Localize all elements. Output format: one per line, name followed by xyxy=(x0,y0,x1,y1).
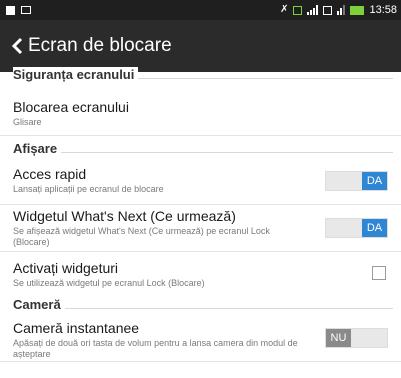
section-divider xyxy=(13,308,393,309)
section-divider xyxy=(13,152,393,153)
widgets-checkbox[interactable] xyxy=(372,266,386,280)
setting-screen-lock[interactable]: Blocarea ecranului Glisare xyxy=(0,86,401,136)
toggle-label: DA xyxy=(362,219,387,237)
setting-title: Blocarea ecranului xyxy=(13,99,129,115)
notification-image-icon xyxy=(6,5,15,15)
setting-subtitle: Se afișează widgetul What's Next (Ce urm… xyxy=(13,226,270,247)
section-header-display: Afișare xyxy=(0,136,401,160)
section-header-label: Cameră xyxy=(13,296,65,312)
setting-widgets[interactable]: Activați widgeturi Se utilizează widgetu… xyxy=(0,252,401,292)
whats-next-toggle[interactable]: DA xyxy=(325,218,388,238)
setting-whats-next[interactable]: Widgetul What's Next (Ce urmează) Se afi… xyxy=(0,205,401,252)
toggle-label: DA xyxy=(362,172,387,190)
section-header-security: Siguranța ecranului xyxy=(0,62,401,86)
signal-icon xyxy=(307,5,319,15)
setting-quick-access[interactable]: Acces rapid Lansați aplicații pe ecranul… xyxy=(0,160,401,205)
back-arrow-icon[interactable] xyxy=(6,35,28,57)
setting-subtitle: Apăsați de două ori tasta de volum pentr… xyxy=(13,338,298,359)
sim-icon xyxy=(323,5,333,15)
mail-icon xyxy=(21,6,31,14)
setting-subtitle: Glisare xyxy=(13,117,42,127)
no-sound-icon: ✗ xyxy=(280,4,289,15)
toggle-label: NU xyxy=(326,329,351,347)
data-icon xyxy=(293,5,303,15)
settings-list: Siguranța ecranului Blocarea ecranului G… xyxy=(0,62,401,362)
wifi-signal-icon xyxy=(337,5,346,15)
setting-instant-camera[interactable]: Cameră instantanee Apăsați de două ori t… xyxy=(0,316,401,362)
section-header-camera: Cameră xyxy=(0,292,401,316)
section-header-label: Siguranța ecranului xyxy=(13,66,139,82)
setting-subtitle: Se utilizează widgetul pe ecranul Lock (… xyxy=(13,278,205,288)
page-title: Ecran de blocare xyxy=(28,35,172,56)
section-header-label: Afișare xyxy=(13,140,62,156)
instant-camera-toggle[interactable]: NU xyxy=(325,328,388,348)
battery-icon xyxy=(350,5,365,15)
quick-access-toggle[interactable]: DA xyxy=(325,171,388,191)
status-bar: ✗ 13:58 xyxy=(0,0,401,20)
status-time: 13:58 xyxy=(369,4,397,16)
setting-title: Activați widgeturi xyxy=(13,260,119,276)
